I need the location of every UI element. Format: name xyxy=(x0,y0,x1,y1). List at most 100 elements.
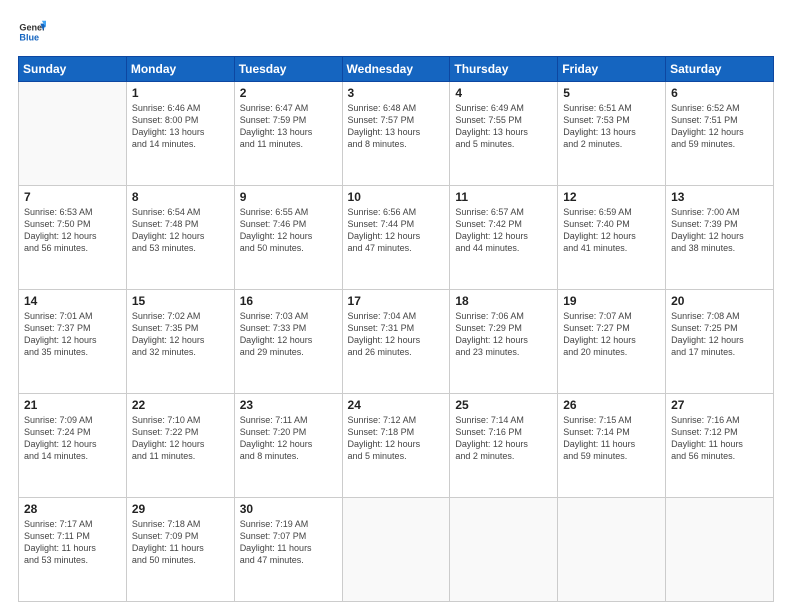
day-info: Sunrise: 7:07 AM Sunset: 7:27 PM Dayligh… xyxy=(563,310,660,359)
day-number: 2 xyxy=(240,86,337,100)
day-number: 27 xyxy=(671,398,768,412)
day-number: 17 xyxy=(348,294,445,308)
day-info: Sunrise: 6:56 AM Sunset: 7:44 PM Dayligh… xyxy=(348,206,445,255)
day-number: 13 xyxy=(671,190,768,204)
svg-text:Blue: Blue xyxy=(19,32,39,42)
day-info: Sunrise: 6:48 AM Sunset: 7:57 PM Dayligh… xyxy=(348,102,445,151)
day-info: Sunrise: 6:52 AM Sunset: 7:51 PM Dayligh… xyxy=(671,102,768,151)
calendar-week-row: 1 Sunrise: 6:46 AM Sunset: 8:00 PM Daylig… xyxy=(19,82,774,186)
day-info: Sunrise: 7:10 AM Sunset: 7:22 PM Dayligh… xyxy=(132,414,229,463)
day-info: Sunrise: 6:46 AM Sunset: 8:00 PM Dayligh… xyxy=(132,102,229,151)
day-number: 21 xyxy=(24,398,121,412)
day-info: Sunrise: 6:53 AM Sunset: 7:50 PM Dayligh… xyxy=(24,206,121,255)
calendar-week-row: 21 Sunrise: 7:09 AM Sunset: 7:24 PM Dayli… xyxy=(19,394,774,498)
day-info: Sunrise: 7:14 AM Sunset: 7:16 PM Dayligh… xyxy=(455,414,552,463)
day-number: 12 xyxy=(563,190,660,204)
calendar-cell xyxy=(342,498,450,602)
day-info: Sunrise: 6:57 AM Sunset: 7:42 PM Dayligh… xyxy=(455,206,552,255)
calendar-cell: 24 Sunrise: 7:12 AM Sunset: 7:18 PM Dayli… xyxy=(342,394,450,498)
calendar-body: 1 Sunrise: 6:46 AM Sunset: 8:00 PM Daylig… xyxy=(19,82,774,602)
calendar-cell: 8 Sunrise: 6:54 AM Sunset: 7:48 PM Daylig… xyxy=(126,186,234,290)
calendar-cell: 14 Sunrise: 7:01 AM Sunset: 7:37 PM Dayli… xyxy=(19,290,127,394)
day-info: Sunrise: 7:00 AM Sunset: 7:39 PM Dayligh… xyxy=(671,206,768,255)
calendar-cell: 26 Sunrise: 7:15 AM Sunset: 7:14 PM Dayli… xyxy=(558,394,666,498)
day-info: Sunrise: 6:59 AM Sunset: 7:40 PM Dayligh… xyxy=(563,206,660,255)
day-info: Sunrise: 7:01 AM Sunset: 7:37 PM Dayligh… xyxy=(24,310,121,359)
day-number: 23 xyxy=(240,398,337,412)
day-number: 29 xyxy=(132,502,229,516)
day-info: Sunrise: 7:16 AM Sunset: 7:12 PM Dayligh… xyxy=(671,414,768,463)
calendar-cell: 13 Sunrise: 7:00 AM Sunset: 7:39 PM Dayli… xyxy=(666,186,774,290)
calendar-table: SundayMondayTuesdayWednesdayThursdayFrid… xyxy=(18,56,774,602)
calendar-cell: 15Sunrise: 7:02 AM Sunset: 7:35 PM Dayli… xyxy=(126,290,234,394)
day-number: 5 xyxy=(563,86,660,100)
calendar-cell xyxy=(450,498,558,602)
calendar-header: SundayMondayTuesdayWednesdayThursdayFrid… xyxy=(19,57,774,82)
calendar-cell: 23 Sunrise: 7:11 AM Sunset: 7:20 PM Dayli… xyxy=(234,394,342,498)
weekday-header: Tuesday xyxy=(234,57,342,82)
weekday-row: SundayMondayTuesdayWednesdayThursdayFrid… xyxy=(19,57,774,82)
calendar-cell: 11 Sunrise: 6:57 AM Sunset: 7:42 PM Dayli… xyxy=(450,186,558,290)
calendar-cell: 12 Sunrise: 6:59 AM Sunset: 7:40 PM Dayli… xyxy=(558,186,666,290)
calendar-cell: 4Sunrise: 6:49 AM Sunset: 7:55 PM Daylig… xyxy=(450,82,558,186)
calendar-cell: 29 Sunrise: 7:18 AM Sunset: 7:09 PM Dayli… xyxy=(126,498,234,602)
day-info: Sunrise: 7:06 AM Sunset: 7:29 PM Dayligh… xyxy=(455,310,552,359)
logo: General Blue xyxy=(18,18,46,46)
calendar-week-row: 7Sunrise: 6:53 AM Sunset: 7:50 PM Daylig… xyxy=(19,186,774,290)
day-number: 11 xyxy=(455,190,552,204)
day-info: Sunrise: 7:17 AM Sunset: 7:11 PM Dayligh… xyxy=(24,518,121,567)
calendar-cell: 1 Sunrise: 6:46 AM Sunset: 8:00 PM Daylig… xyxy=(126,82,234,186)
day-number: 8 xyxy=(132,190,229,204)
calendar-cell: 10 Sunrise: 6:56 AM Sunset: 7:44 PM Dayli… xyxy=(342,186,450,290)
day-info: Sunrise: 7:18 AM Sunset: 7:09 PM Dayligh… xyxy=(132,518,229,567)
calendar-cell: 5 Sunrise: 6:51 AM Sunset: 7:53 PM Daylig… xyxy=(558,82,666,186)
day-number: 10 xyxy=(348,190,445,204)
calendar-cell: 21 Sunrise: 7:09 AM Sunset: 7:24 PM Dayli… xyxy=(19,394,127,498)
calendar-week-row: 28 Sunrise: 7:17 AM Sunset: 7:11 PM Dayli… xyxy=(19,498,774,602)
day-number: 24 xyxy=(348,398,445,412)
calendar-cell xyxy=(666,498,774,602)
day-info: Sunrise: 6:54 AM Sunset: 7:48 PM Dayligh… xyxy=(132,206,229,255)
day-info: Sunrise: 6:47 AM Sunset: 7:59 PM Dayligh… xyxy=(240,102,337,151)
day-info: Sunrise: 7:03 AM Sunset: 7:33 PM Dayligh… xyxy=(240,310,337,359)
calendar-cell: 18Sunrise: 7:06 AM Sunset: 7:29 PM Dayli… xyxy=(450,290,558,394)
calendar-cell: 28 Sunrise: 7:17 AM Sunset: 7:11 PM Dayli… xyxy=(19,498,127,602)
day-number: 19 xyxy=(563,294,660,308)
day-info: Sunrise: 6:49 AM Sunset: 7:55 PM Dayligh… xyxy=(455,102,552,151)
day-number: 3 xyxy=(348,86,445,100)
day-number: 9 xyxy=(240,190,337,204)
calendar-week-row: 14 Sunrise: 7:01 AM Sunset: 7:37 PM Dayli… xyxy=(19,290,774,394)
day-number: 28 xyxy=(24,502,121,516)
day-info: Sunrise: 7:08 AM Sunset: 7:25 PM Dayligh… xyxy=(671,310,768,359)
calendar-cell: 17 Sunrise: 7:04 AM Sunset: 7:31 PM Dayli… xyxy=(342,290,450,394)
weekday-header: Friday xyxy=(558,57,666,82)
day-info: Sunrise: 6:51 AM Sunset: 7:53 PM Dayligh… xyxy=(563,102,660,151)
calendar-cell: 20 Sunrise: 7:08 AM Sunset: 7:25 PM Dayli… xyxy=(666,290,774,394)
header: General Blue xyxy=(18,18,774,46)
calendar-page: General Blue SundayMondayTuesdayWednesda… xyxy=(0,0,792,612)
day-info: Sunrise: 7:11 AM Sunset: 7:20 PM Dayligh… xyxy=(240,414,337,463)
weekday-header: Monday xyxy=(126,57,234,82)
day-number: 26 xyxy=(563,398,660,412)
weekday-header: Sunday xyxy=(19,57,127,82)
day-info: Sunrise: 7:12 AM Sunset: 7:18 PM Dayligh… xyxy=(348,414,445,463)
day-number: 20 xyxy=(671,294,768,308)
calendar-cell: 19 Sunrise: 7:07 AM Sunset: 7:27 PM Dayli… xyxy=(558,290,666,394)
calendar-cell xyxy=(19,82,127,186)
day-info: Sunrise: 7:15 AM Sunset: 7:14 PM Dayligh… xyxy=(563,414,660,463)
day-info: Sunrise: 7:09 AM Sunset: 7:24 PM Dayligh… xyxy=(24,414,121,463)
day-number: 16 xyxy=(240,294,337,308)
day-number: 1 xyxy=(132,86,229,100)
calendar-cell: 22 Sunrise: 7:10 AM Sunset: 7:22 PM Dayli… xyxy=(126,394,234,498)
day-info: Sunrise: 7:04 AM Sunset: 7:31 PM Dayligh… xyxy=(348,310,445,359)
day-number: 22 xyxy=(132,398,229,412)
calendar-cell: 2 Sunrise: 6:47 AM Sunset: 7:59 PM Daylig… xyxy=(234,82,342,186)
day-number: 25 xyxy=(455,398,552,412)
weekday-header: Thursday xyxy=(450,57,558,82)
calendar-cell: 6Sunrise: 6:52 AM Sunset: 7:51 PM Daylig… xyxy=(666,82,774,186)
logo-icon: General Blue xyxy=(18,18,46,46)
day-number: 14 xyxy=(24,294,121,308)
calendar-cell: 16 Sunrise: 7:03 AM Sunset: 7:33 PM Dayli… xyxy=(234,290,342,394)
calendar-cell: 25 Sunrise: 7:14 AM Sunset: 7:16 PM Dayli… xyxy=(450,394,558,498)
calendar-cell: 9Sunrise: 6:55 AM Sunset: 7:46 PM Daylig… xyxy=(234,186,342,290)
